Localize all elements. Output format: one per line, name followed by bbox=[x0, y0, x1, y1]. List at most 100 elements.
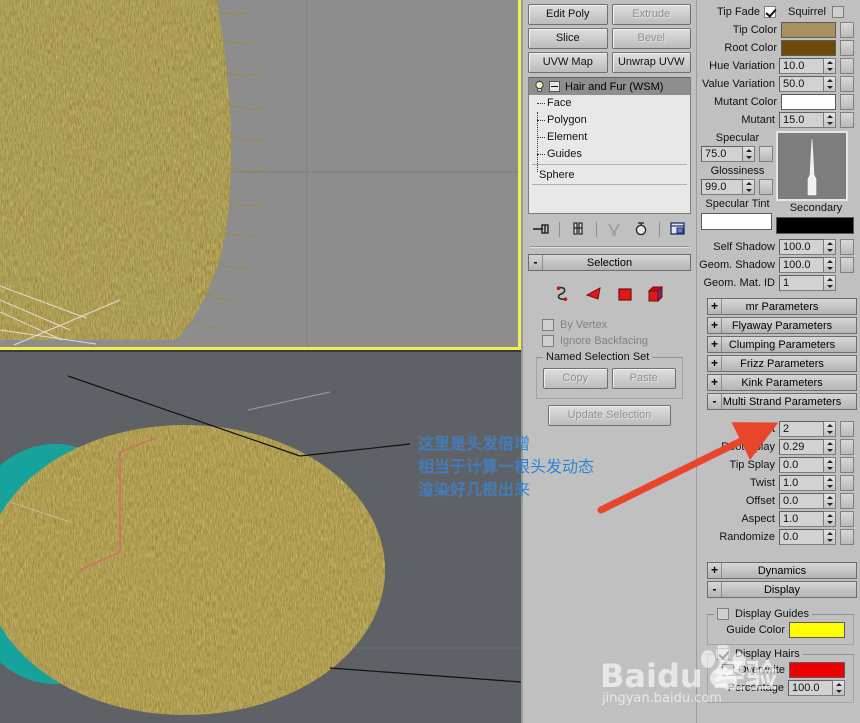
squirrel-checkbox[interactable] bbox=[831, 5, 844, 18]
rollout-toggle-icon[interactable]: + bbox=[708, 318, 722, 333]
collapse-expander-icon[interactable] bbox=[549, 81, 560, 92]
geom-shadow-spinner[interactable]: 100.0 bbox=[779, 256, 836, 273]
overwrite-swatch[interactable] bbox=[789, 661, 845, 678]
mutant-map-button[interactable] bbox=[840, 111, 854, 128]
rollout-header-multi-strand-parameters[interactable]: - Multi Strand Parameters bbox=[707, 393, 857, 410]
percentage-arrows[interactable] bbox=[833, 679, 845, 696]
hue-variation-spinner[interactable]: 10.0 bbox=[779, 57, 836, 74]
value-variation-arrows[interactable] bbox=[824, 75, 836, 92]
tip-splay-value[interactable]: 0.0 bbox=[779, 456, 824, 473]
twist-map-button[interactable] bbox=[840, 474, 854, 491]
hue-variation-map-button[interactable] bbox=[840, 57, 854, 74]
viewport-top-active[interactable] bbox=[0, 0, 521, 350]
rollout-toggle-icon[interactable]: + bbox=[708, 375, 722, 390]
mutant-color-map-button[interactable] bbox=[840, 93, 854, 110]
hue-variation-value[interactable]: 10.0 bbox=[779, 57, 824, 74]
rollout-header-frizz-parameters[interactable]: + Frizz Parameters bbox=[707, 355, 857, 372]
light-bulb-icon[interactable] bbox=[533, 80, 546, 93]
uvw-map-button[interactable]: UVW Map bbox=[528, 52, 608, 73]
rollout-header-clumping-parameters[interactable]: + Clumping Parameters bbox=[707, 336, 857, 353]
root-splay-spinner[interactable]: 0.29 bbox=[779, 438, 836, 455]
geom-mat-id-spinner[interactable]: 1 bbox=[779, 274, 836, 291]
aspect-spinner[interactable]: 1.0 bbox=[779, 510, 836, 527]
configure-modifier-sets-icon[interactable] bbox=[669, 221, 687, 237]
slice-button[interactable]: Slice bbox=[528, 28, 608, 49]
rollout-header-kink-parameters[interactable]: + Kink Parameters bbox=[707, 374, 857, 391]
rollout-toggle-icon[interactable]: + bbox=[708, 356, 722, 371]
rollout-toggle-icon[interactable]: - bbox=[708, 394, 722, 409]
display-guides-checkbox[interactable] bbox=[717, 608, 729, 620]
edit-poly-button[interactable]: Edit Poly bbox=[528, 4, 608, 25]
remove-modifier-icon[interactable] bbox=[632, 221, 650, 237]
percentage-value[interactable]: 100.0 bbox=[788, 679, 833, 696]
modifier-stack-item-sphere[interactable]: Sphere bbox=[529, 166, 690, 183]
modifier-subobject-face[interactable]: Face bbox=[529, 95, 690, 112]
self-shadow-arrows[interactable] bbox=[824, 238, 836, 255]
count-spinner[interactable]: 2 bbox=[779, 420, 836, 437]
element-selection-icon[interactable] bbox=[646, 285, 666, 308]
face-selection-icon[interactable] bbox=[584, 285, 604, 308]
offset-value[interactable]: 0.0 bbox=[779, 492, 824, 509]
tip-splay-arrows[interactable] bbox=[824, 456, 836, 473]
tip-fade-checkbox[interactable] bbox=[764, 5, 777, 18]
self-shadow-map-button[interactable] bbox=[840, 238, 854, 255]
twist-value[interactable]: 1.0 bbox=[779, 474, 824, 491]
glossiness-spinner[interactable]: 99.0 bbox=[701, 178, 755, 195]
rollout-header-dynamics[interactable]: + Dynamics bbox=[707, 562, 857, 579]
glossiness-map-button[interactable] bbox=[759, 178, 773, 195]
unwrap-uvw-button[interactable]: Unwrap UVW bbox=[611, 52, 691, 73]
mutant-value[interactable]: 15.0 bbox=[779, 111, 824, 128]
aspect-arrows[interactable] bbox=[824, 510, 836, 527]
offset-spinner[interactable]: 0.0 bbox=[779, 492, 836, 509]
rollout-header-mr-parameters[interactable]: + mr Parameters bbox=[707, 298, 857, 315]
count-arrows[interactable] bbox=[824, 420, 836, 437]
viewport-bottom-perspective[interactable] bbox=[0, 350, 521, 723]
mutant-color-swatch[interactable] bbox=[781, 93, 836, 110]
mutant-arrows[interactable] bbox=[824, 111, 836, 128]
glossiness-arrows[interactable] bbox=[743, 178, 755, 195]
self-shadow-value[interactable]: 100.0 bbox=[779, 238, 824, 255]
geom-shadow-value[interactable]: 100.0 bbox=[779, 256, 824, 273]
randomize-arrows[interactable] bbox=[824, 528, 836, 545]
rollout-header-selection[interactable]: - Selection bbox=[528, 254, 691, 271]
display-hairs-checkbox[interactable] bbox=[717, 648, 729, 660]
guide-color-swatch[interactable] bbox=[789, 621, 845, 638]
twist-arrows[interactable] bbox=[824, 474, 836, 491]
randomize-spinner[interactable]: 0.0 bbox=[779, 528, 836, 545]
specular-value[interactable]: 75.0 bbox=[701, 145, 743, 162]
randomize-map-button[interactable] bbox=[840, 528, 854, 545]
root-splay-arrows[interactable] bbox=[824, 438, 836, 455]
randomize-value[interactable]: 0.0 bbox=[779, 528, 824, 545]
count-map-button[interactable] bbox=[840, 420, 854, 437]
modifier-subobject-guides[interactable]: Guides bbox=[529, 146, 690, 163]
rollout-toggle-icon[interactable]: + bbox=[708, 337, 722, 352]
hue-variation-arrows[interactable] bbox=[824, 57, 836, 74]
mutant-spinner[interactable]: 15.0 bbox=[779, 111, 836, 128]
root-color-swatch[interactable] bbox=[781, 39, 836, 56]
rollout-header-display[interactable]: - Display bbox=[707, 581, 857, 598]
root-splay-map-button[interactable] bbox=[840, 438, 854, 455]
value-variation-spinner[interactable]: 50.0 bbox=[779, 75, 836, 92]
tip-splay-spinner[interactable]: 0.0 bbox=[779, 456, 836, 473]
percentage-spinner[interactable]: 100.0 bbox=[788, 679, 845, 696]
tip-color-swatch[interactable] bbox=[781, 21, 836, 38]
value-variation-value[interactable]: 50.0 bbox=[779, 75, 824, 92]
tip-color-map-button[interactable] bbox=[840, 21, 854, 38]
rollout-toggle-icon[interactable]: - bbox=[708, 582, 722, 597]
rollout-header-flyaway-parameters[interactable]: + Flyaway Parameters bbox=[707, 317, 857, 334]
modifier-stack-item-hair-and-fur[interactable]: Hair and Fur (WSM) bbox=[529, 78, 690, 95]
geom-mat-id-value[interactable]: 1 bbox=[779, 274, 824, 291]
modifier-subobject-polygon[interactable]: Polygon bbox=[529, 112, 690, 129]
glossiness-value[interactable]: 99.0 bbox=[701, 178, 743, 195]
tip-splay-map-button[interactable] bbox=[840, 456, 854, 473]
show-end-result-icon[interactable] bbox=[569, 221, 587, 237]
aspect-value[interactable]: 1.0 bbox=[779, 510, 824, 527]
specular-tint-swatch[interactable] bbox=[701, 213, 772, 230]
self-shadow-spinner[interactable]: 100.0 bbox=[779, 238, 836, 255]
modifier-stack-list[interactable]: Hair and Fur (WSM) Face Polygon Element … bbox=[528, 77, 691, 214]
specular-map-button[interactable] bbox=[759, 145, 773, 162]
overwrite-checkbox[interactable] bbox=[721, 663, 734, 676]
pin-stack-icon[interactable] bbox=[532, 221, 550, 237]
specular-arrows[interactable] bbox=[743, 145, 755, 162]
guide-selection-icon[interactable] bbox=[553, 285, 573, 308]
